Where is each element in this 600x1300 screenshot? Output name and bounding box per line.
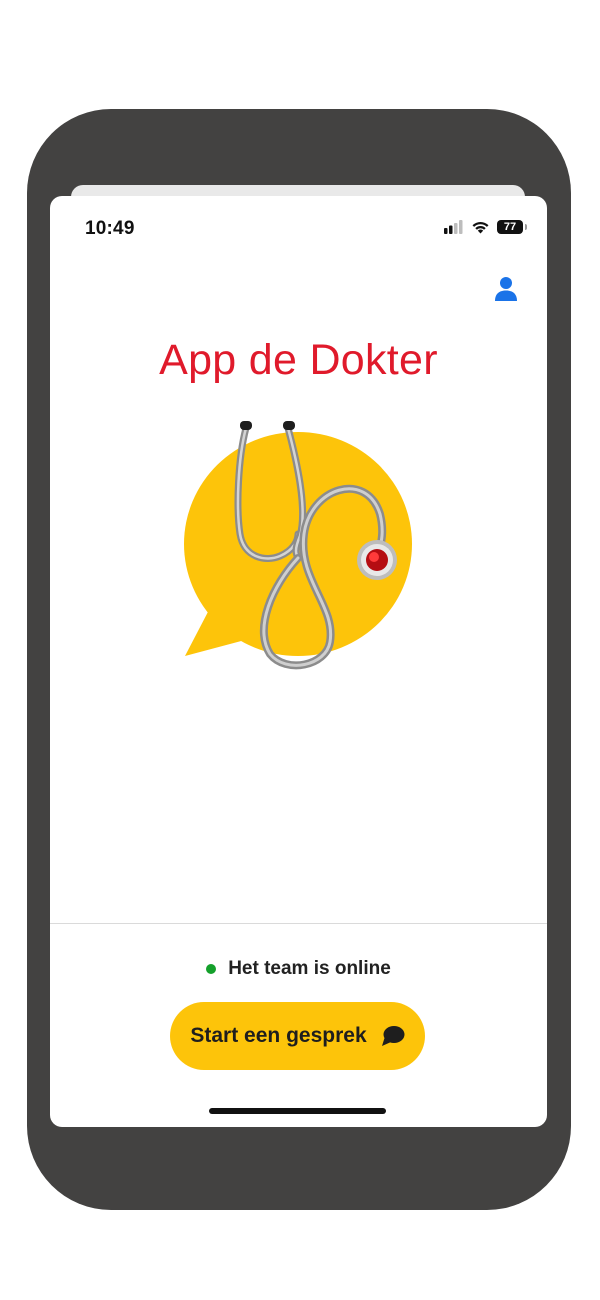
battery-cap — [525, 224, 527, 230]
status-time: 10:49 — [85, 218, 135, 239]
battery-level: 77 — [503, 221, 517, 233]
status-icons: 77 — [444, 220, 527, 234]
online-indicator-icon — [206, 964, 217, 974]
app-title: App de Dokter — [159, 336, 438, 384]
team-status: Het team is online — [50, 958, 547, 980]
stethoscope-chat-bubble-logo — [184, 421, 412, 670]
earpiece-left — [240, 421, 252, 430]
earpiece-right — [283, 421, 295, 430]
wifi-icon — [472, 221, 489, 234]
battery-icon: 77 — [497, 220, 527, 234]
team-status-text: Het team is online — [228, 958, 391, 979]
chat-bubble-icon — [381, 1026, 405, 1046]
signal-icon — [444, 220, 463, 234]
app-screen: 10:49 77 App de Dokter Het team is onlin… — [50, 196, 547, 1127]
footer-divider — [50, 923, 547, 924]
start-conversation-label: Start een gesprek — [190, 1024, 367, 1047]
home-indicator[interactable] — [209, 1108, 386, 1114]
chestpiece — [357, 540, 397, 580]
profile-button[interactable] — [494, 276, 518, 302]
user-icon — [495, 277, 517, 301]
start-conversation-button[interactable]: Start een gesprek — [170, 1002, 425, 1070]
